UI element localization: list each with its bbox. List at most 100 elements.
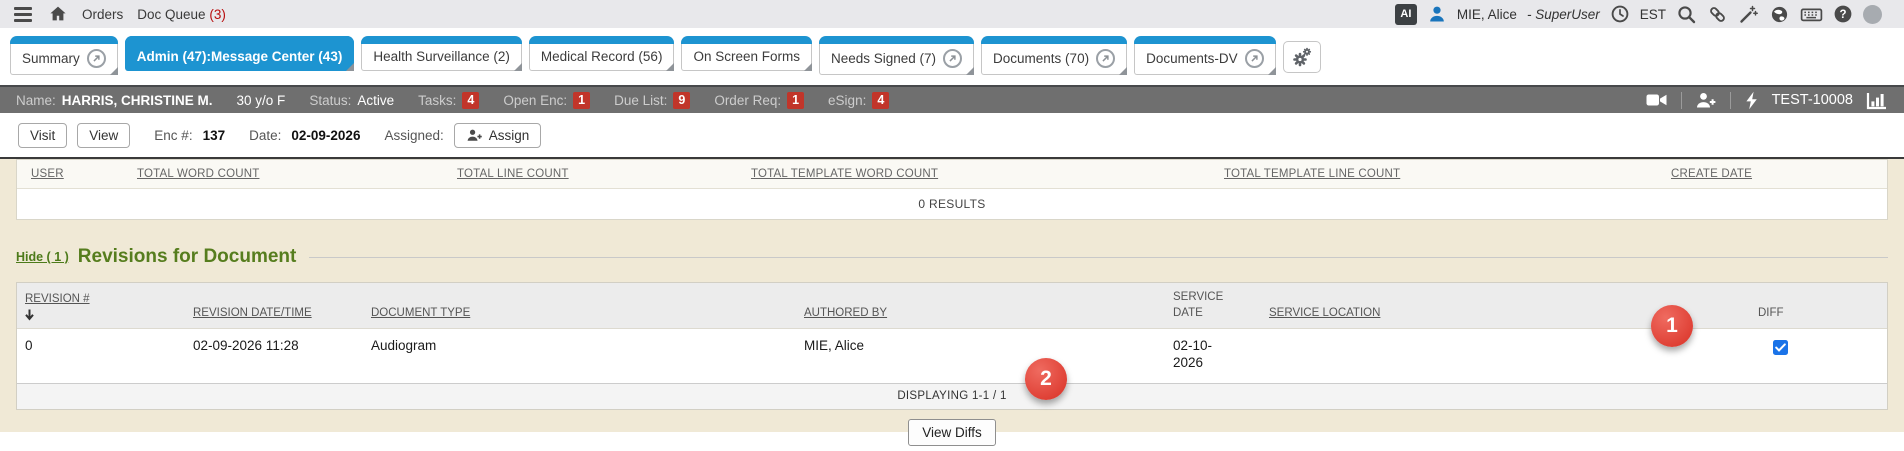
chart-tab-bar: Summary Admin (47):Message Center (43) H… (0, 28, 1904, 85)
revisions-table-header: REVISION # REVISION DATE/TIME DOCUMENT T… (17, 283, 1887, 328)
hamburger-icon[interactable] (12, 5, 34, 24)
content-panel: USER TOTAL WORD COUNT TOTAL LINE COUNT T… (0, 159, 1904, 432)
top-bar-right: AI MIE, Alice - SuperUser EST (1395, 4, 1882, 25)
enc-number-label: Enc #: (154, 128, 192, 143)
visit-button[interactable]: Visit (18, 123, 67, 148)
esign-label: eSign: (828, 93, 866, 108)
annotation-circle-1: 1 (1651, 305, 1693, 347)
tab-documents[interactable]: Documents (70) (981, 36, 1127, 75)
user-icon[interactable] (1427, 4, 1447, 24)
clock-icon[interactable] (1610, 4, 1630, 24)
word-count-table: USER TOTAL WORD COUNT TOTAL LINE COUNT T… (16, 159, 1888, 220)
due-list-label: Due List: (614, 93, 667, 108)
top-bar-left: Orders Doc Queue (3) (12, 4, 226, 24)
revisions-title: Revisions for Document (78, 246, 297, 268)
globe-icon[interactable] (1769, 4, 1790, 25)
column-total-template-line-count[interactable]: TOTAL TEMPLATE LINE COUNT (1224, 168, 1671, 180)
diff-cell (1748, 338, 1887, 355)
service-date-cell: 02-10-2026 (1165, 338, 1261, 372)
video-camera-icon[interactable] (1645, 91, 1668, 109)
patient-chart-id[interactable]: TEST-10008 (1772, 92, 1853, 108)
heading-rule (309, 257, 1888, 258)
patient-status: Active (357, 93, 394, 108)
sort-desc-icon (25, 309, 185, 321)
column-authored-by[interactable]: AUTHORED BY (796, 305, 1165, 321)
column-label: REVISION # (25, 293, 90, 305)
current-user-role: - SuperUser (1527, 7, 1600, 22)
gears-icon (1292, 47, 1312, 67)
tasks-count-badge[interactable]: 4 (462, 92, 479, 109)
doc-queue-count: (3) (209, 7, 226, 22)
tab-label: Medical Record (56) (541, 49, 663, 64)
name-label: Name: (16, 93, 56, 108)
assigned-label: Assigned: (384, 128, 443, 143)
svg-text:?: ? (1839, 9, 1846, 21)
divider (1730, 92, 1731, 109)
person-add-icon (466, 128, 483, 142)
popout-icon[interactable] (943, 49, 962, 68)
column-total-word-count[interactable]: TOTAL WORD COUNT (137, 168, 457, 180)
popout-icon[interactable] (87, 49, 106, 68)
tab-label: On Screen Forms (693, 49, 800, 64)
open-enc-label: Open Enc: (503, 93, 567, 108)
nav-doc-queue[interactable]: Doc Queue (3) (137, 7, 226, 22)
patient-header-bar: Name: HARRIS, CHRISTINE M. 30 y/o F Stat… (0, 85, 1904, 113)
column-create-date[interactable]: CREATE DATE (1671, 168, 1887, 180)
current-user-name[interactable]: MIE, Alice (1457, 7, 1517, 22)
tab-settings-button[interactable] (1283, 41, 1321, 73)
ai-assistant-button[interactable]: AI (1395, 4, 1417, 25)
person-add-icon[interactable] (1695, 91, 1717, 109)
assign-button[interactable]: Assign (454, 123, 542, 148)
home-icon[interactable] (48, 4, 68, 24)
tab-label: Needs Signed (7) (831, 51, 936, 66)
popout-icon[interactable] (1245, 49, 1264, 68)
service-date-value: 02-10-2026 (1173, 338, 1221, 372)
help-icon[interactable]: ? (1833, 4, 1853, 24)
tab-admin-message-center[interactable]: Admin (47):Message Center (43) (125, 36, 355, 71)
column-revision-number[interactable]: REVISION # (17, 291, 185, 321)
webchart-page: Orders Doc Queue (3) AI MIE, Alice - Sup… (0, 0, 1904, 451)
tab-on-screen-forms[interactable]: On Screen Forms (681, 36, 812, 71)
chart-icon[interactable] (1866, 91, 1888, 110)
search-icon[interactable] (1676, 4, 1697, 25)
main-content: USER TOTAL WORD COUNT TOTAL LINE COUNT T… (0, 159, 1904, 451)
column-diff: DIFF (1748, 305, 1887, 321)
tab-summary[interactable]: Summary (10, 36, 118, 75)
hide-revisions-link[interactable]: Hide ( 1 ) (16, 250, 69, 264)
column-document-type[interactable]: DOCUMENT TYPE (363, 305, 796, 321)
tab-label: Summary (22, 51, 80, 66)
column-user[interactable]: USER (17, 168, 137, 180)
link-icon[interactable] (1707, 4, 1728, 25)
view-button[interactable]: View (77, 123, 130, 148)
view-diffs-button[interactable]: View Diffs (908, 419, 996, 446)
tab-health-surveillance[interactable]: Health Surveillance (2) (361, 36, 522, 71)
esign-count-badge[interactable]: 4 (872, 92, 889, 109)
keyboard-icon[interactable] (1800, 4, 1823, 25)
column-total-template-word-count[interactable]: TOTAL TEMPLATE WORD COUNT (751, 168, 1224, 180)
order-req-count-badge[interactable]: 1 (787, 92, 804, 109)
tab-documents-dv[interactable]: Documents-DV (1134, 36, 1276, 75)
wand-icon[interactable] (1738, 4, 1759, 25)
nav-orders[interactable]: Orders (82, 7, 123, 22)
date-label: Date: (249, 128, 281, 143)
tab-medical-record[interactable]: Medical Record (56) (529, 36, 675, 71)
diff-checkbox[interactable] (1773, 340, 1788, 355)
presence-dot[interactable] (1863, 5, 1882, 24)
popout-icon[interactable] (1096, 49, 1115, 68)
view-diffs-row: View Diffs (16, 419, 1888, 446)
document-type-cell: Audiogram (363, 338, 796, 355)
tab-needs-signed[interactable]: Needs Signed (7) (819, 36, 974, 75)
paging-status: DISPLAYING 1-1 / 1 (17, 383, 1887, 409)
tab-label: Health Surveillance (2) (373, 49, 510, 64)
divider (1681, 92, 1682, 109)
word-count-table-header: USER TOTAL WORD COUNT TOTAL LINE COUNT T… (17, 160, 1887, 189)
date-value: 02-09-2026 (291, 128, 360, 143)
due-list-count-badge[interactable]: 9 (673, 92, 690, 109)
lightning-icon[interactable] (1744, 91, 1759, 110)
column-total-line-count[interactable]: TOTAL LINE COUNT (457, 168, 751, 180)
column-revision-datetime[interactable]: REVISION DATE/TIME (185, 305, 363, 321)
timezone-label[interactable]: EST (1640, 7, 1666, 22)
patient-name: HARRIS, CHRISTINE M. (62, 93, 213, 108)
column-service-date[interactable]: SERVICE DATE (1165, 289, 1261, 321)
open-enc-count-badge[interactable]: 1 (573, 92, 590, 109)
